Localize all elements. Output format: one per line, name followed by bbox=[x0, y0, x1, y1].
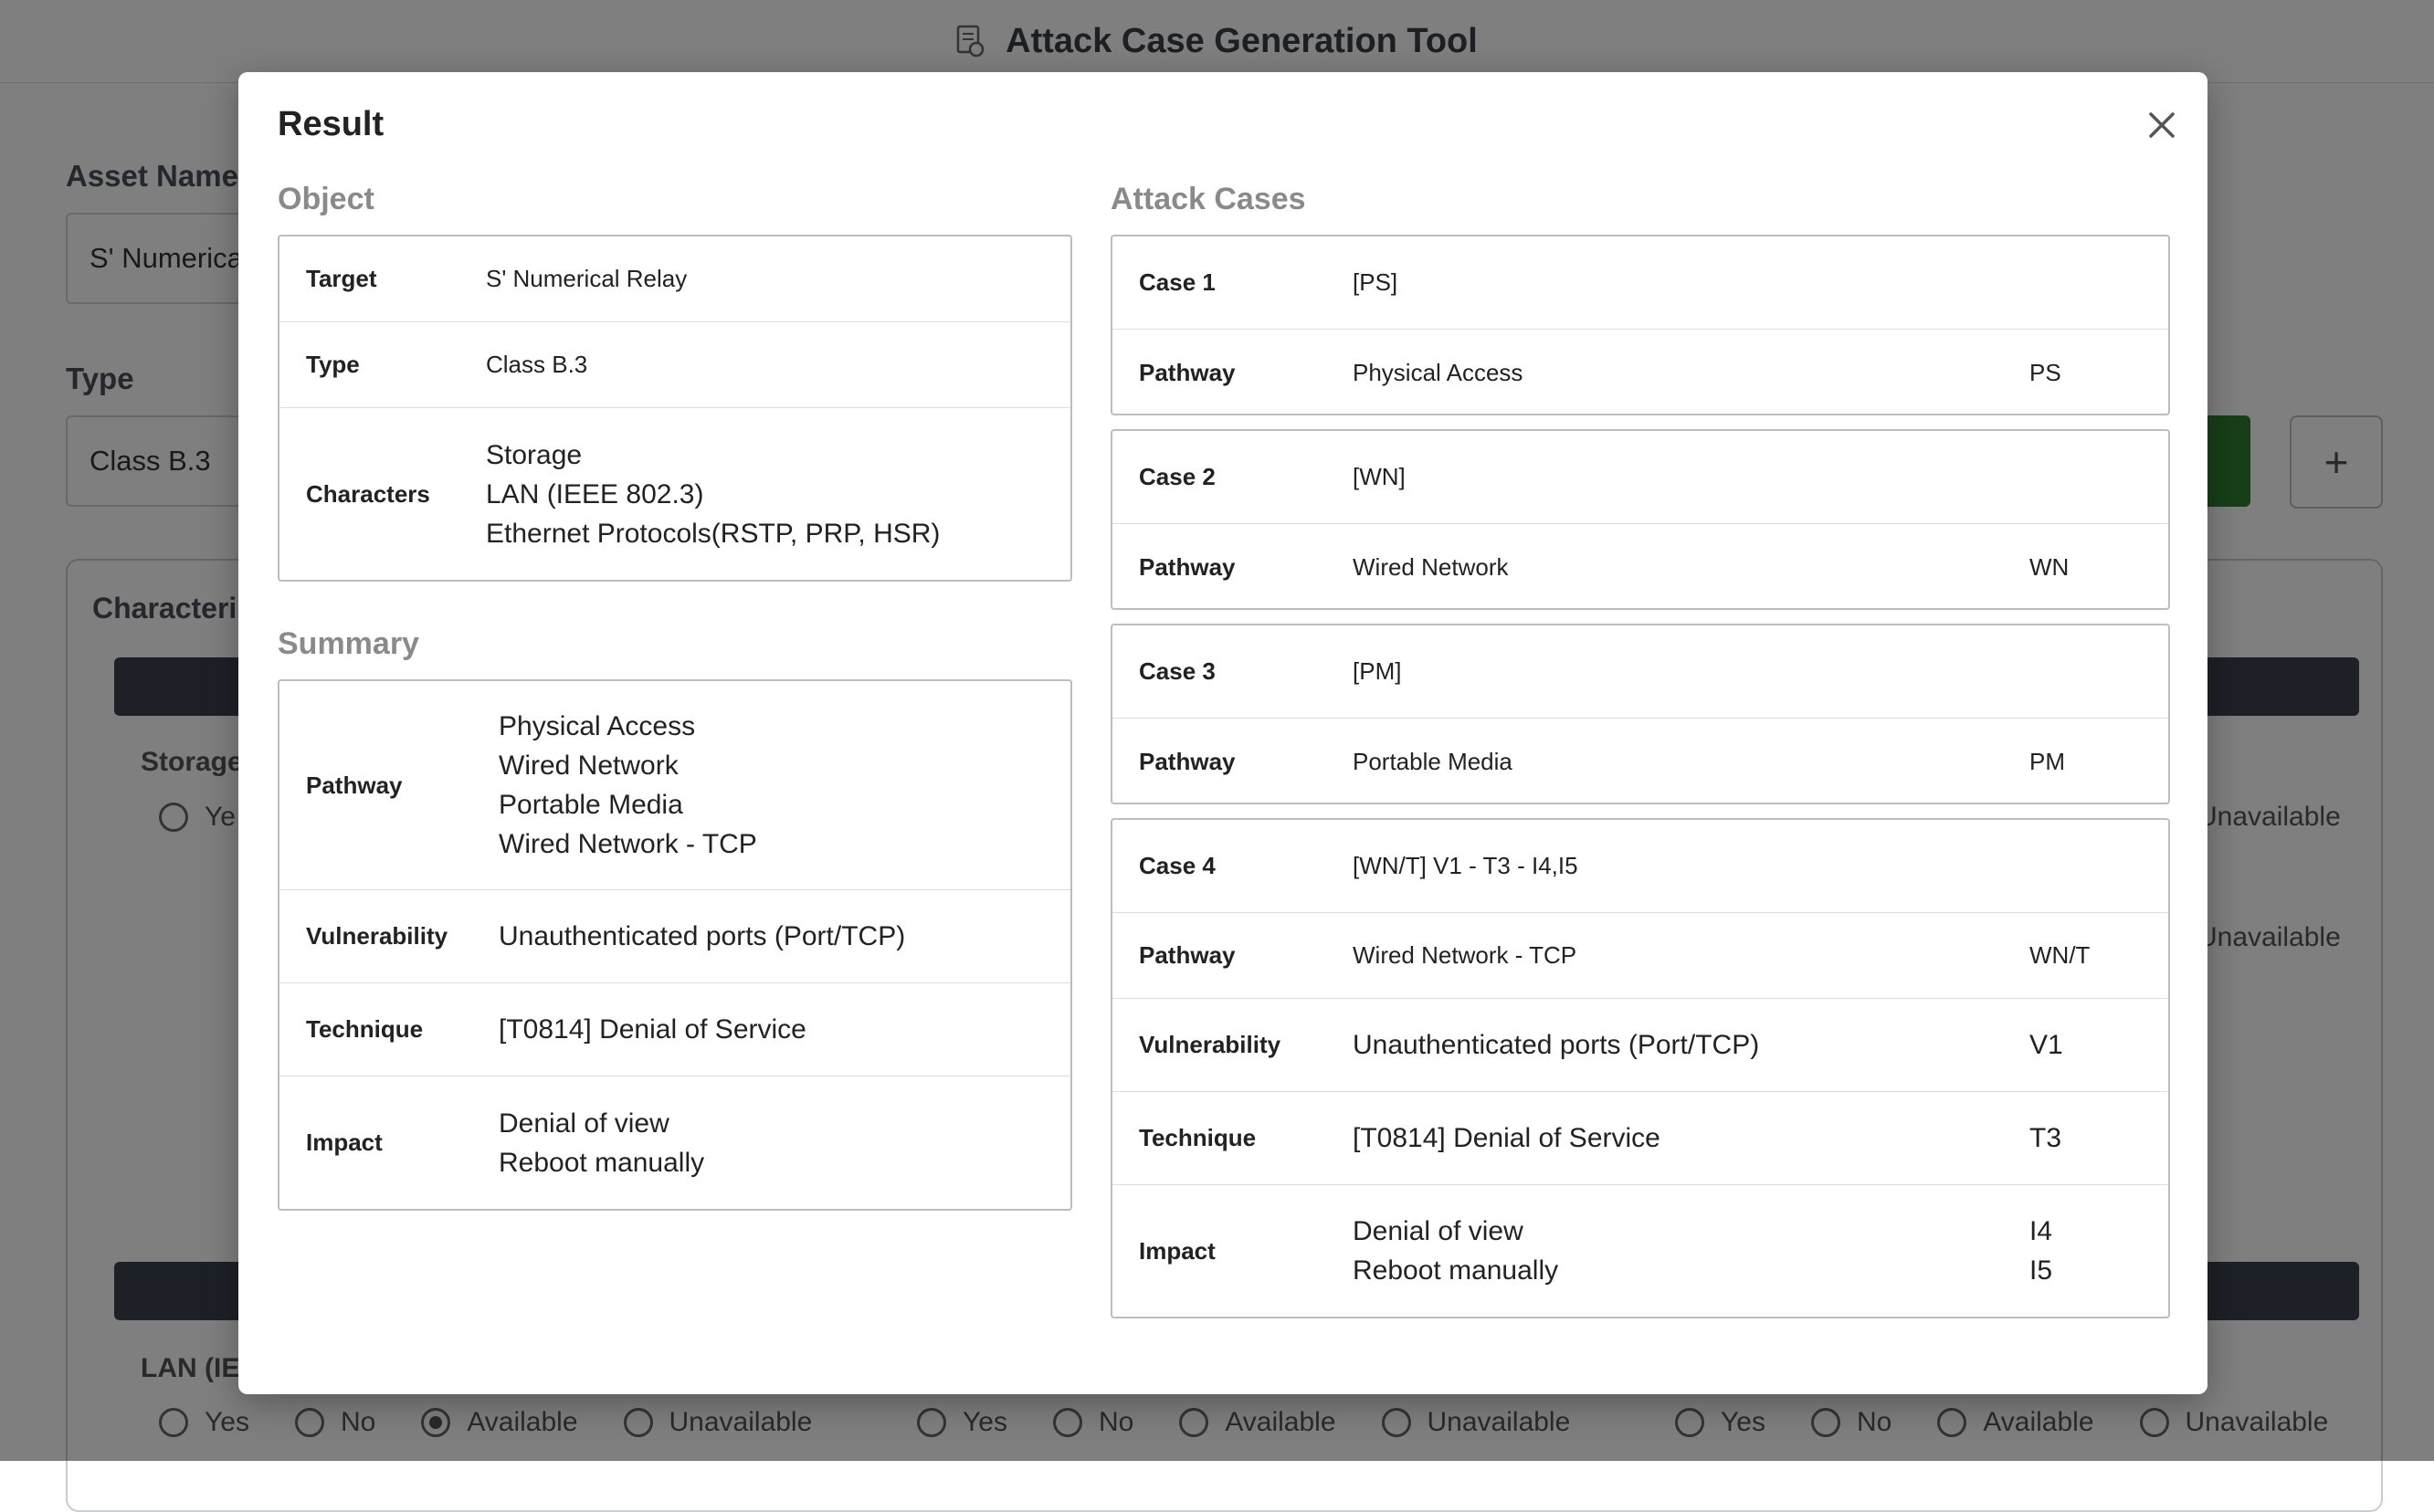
summary-row-impact: Impact Denial of view Reboot manually bbox=[279, 1076, 1070, 1209]
row-code: PS bbox=[2029, 358, 2061, 386]
attack-cases-section-title: Attack Cases bbox=[1111, 182, 1306, 216]
row-code: T3 bbox=[2029, 1123, 2062, 1153]
row-value: S' Numerical Relay bbox=[486, 265, 688, 292]
object-row-characters: Characters Storage LAN (IEEE 802.3) Ethe… bbox=[279, 408, 1070, 580]
list-item: Physical Access bbox=[499, 711, 696, 741]
case-header-row: Case 2 [WN] bbox=[1112, 431, 2168, 524]
case-row-impact: Impact Denial of view Reboot manually I4… bbox=[1112, 1185, 2168, 1317]
row-key: Pathway bbox=[1139, 941, 1236, 969]
case-row-pathway: Pathway Physical Access PS bbox=[1112, 330, 2168, 415]
row-code: WN bbox=[2029, 552, 2070, 581]
case-id: [PM] bbox=[1353, 657, 1402, 685]
attack-case-3: Case 3 [PM] Pathway Portable Media PM bbox=[1111, 624, 2170, 804]
row-value-list: Physical Access Wired Network Portable M… bbox=[499, 707, 757, 864]
case-row-pathway: Pathway Portable Media PM bbox=[1112, 719, 2168, 804]
row-value: [T0814] Denial of Service bbox=[1353, 1123, 1660, 1153]
list-item: Ethernet Protocols(RSTP, PRP, HSR) bbox=[486, 518, 941, 549]
list-item: Denial of view bbox=[499, 1108, 669, 1139]
row-key: Pathway bbox=[1139, 358, 1236, 386]
row-code-list: I4 I5 bbox=[2029, 1212, 2052, 1290]
attack-case-2: Case 2 [WN] Pathway Wired Network WN bbox=[1111, 429, 2170, 610]
list-item: Portable Media bbox=[499, 790, 683, 820]
result-modal: Result Object Target S' Numerical Relay … bbox=[238, 72, 2207, 1394]
case-row-technique: Technique [T0814] Denial of Service T3 bbox=[1112, 1092, 2168, 1185]
list-item: Reboot manually bbox=[499, 1147, 705, 1178]
case-row-pathway: Pathway Wired Network - TCP WN/T bbox=[1112, 913, 2168, 999]
row-value-list: Storage LAN (IEEE 802.3) Ethernet Protoc… bbox=[486, 436, 940, 553]
list-item: Reboot manually bbox=[1353, 1255, 1559, 1286]
row-key: Pathway bbox=[1139, 552, 1236, 581]
row-value: Wired Network - TCP bbox=[1353, 941, 1577, 969]
row-key: Characters bbox=[306, 479, 430, 508]
summary-section-title: Summary bbox=[278, 626, 419, 661]
case-id: [WN/T] V1 - T3 - I4,I5 bbox=[1353, 852, 1578, 879]
list-item: Wired Network - TCP bbox=[499, 829, 757, 859]
row-code: V1 bbox=[2029, 1030, 2063, 1060]
object-row-type: Type Class B.3 bbox=[279, 322, 1070, 408]
code-item: I5 bbox=[2029, 1255, 2053, 1286]
case-row-pathway: Pathway Wired Network WN bbox=[1112, 524, 2168, 610]
object-section-title: Object bbox=[278, 182, 374, 216]
row-value-list: Denial of view Reboot manually bbox=[499, 1104, 704, 1182]
row-value: Wired Network bbox=[1353, 552, 1509, 581]
case-row-vulnerability: Vulnerability Unauthenticated ports (Por… bbox=[1112, 999, 2168, 1092]
row-key: Vulnerability bbox=[1139, 1031, 1281, 1058]
object-row-target: Target S' Numerical Relay bbox=[279, 236, 1070, 322]
row-key: Technique bbox=[1139, 1124, 1257, 1151]
case-header-row: Case 1 [PS] bbox=[1112, 236, 2168, 330]
row-key: Impact bbox=[306, 1129, 383, 1156]
case-id: [PS] bbox=[1353, 268, 1398, 296]
row-value: [T0814] Denial of Service bbox=[499, 1014, 806, 1045]
row-value: Class B.3 bbox=[486, 351, 588, 378]
case-label: Case 1 bbox=[1139, 268, 1216, 296]
list-item: Wired Network bbox=[499, 751, 679, 781]
row-key: Type bbox=[306, 351, 360, 378]
row-code: WN/T bbox=[2029, 941, 2091, 969]
row-value: Physical Access bbox=[1353, 358, 1523, 386]
row-key: Impact bbox=[1139, 1236, 1216, 1265]
summary-row-pathway: Pathway Physical Access Wired Network Po… bbox=[279, 681, 1070, 890]
case-header-row: Case 3 [PM] bbox=[1112, 625, 2168, 719]
case-label: Case 3 bbox=[1139, 657, 1216, 685]
object-table: Target S' Numerical Relay Type Class B.3… bbox=[278, 235, 1072, 582]
list-item: Denial of view bbox=[1353, 1216, 1523, 1246]
row-code: PM bbox=[2029, 747, 2065, 775]
modal-title: Result bbox=[278, 105, 385, 143]
attack-case-4: Case 4 [WN/T] V1 - T3 - I4,I5 Pathway Wi… bbox=[1111, 818, 2170, 1318]
row-key: Pathway bbox=[306, 771, 403, 799]
case-label: Case 4 bbox=[1139, 852, 1216, 879]
row-value: Unauthenticated ports (Port/TCP) bbox=[1353, 1030, 1760, 1060]
row-key: Vulnerability bbox=[306, 922, 448, 950]
list-item: Storage bbox=[486, 439, 583, 470]
case-id: [WN] bbox=[1353, 463, 1406, 490]
row-value: Unauthenticated ports (Port/TCP) bbox=[499, 921, 906, 951]
list-item: LAN (IEEE 802.3) bbox=[486, 478, 704, 509]
summary-row-technique: Technique [T0814] Denial of Service bbox=[279, 983, 1070, 1076]
row-value-list: Denial of view Reboot manually bbox=[1353, 1212, 2029, 1290]
row-value: Portable Media bbox=[1353, 747, 1512, 775]
case-header-row: Case 4 [WN/T] V1 - T3 - I4,I5 bbox=[1112, 820, 2168, 913]
summary-row-vulnerability: Vulnerability Unauthenticated ports (Por… bbox=[279, 890, 1070, 983]
summary-table: Pathway Physical Access Wired Network Po… bbox=[278, 679, 1072, 1211]
case-label: Case 2 bbox=[1139, 463, 1216, 490]
row-key: Technique bbox=[306, 1015, 424, 1043]
row-key: Pathway bbox=[1139, 747, 1236, 775]
code-item: I4 bbox=[2029, 1216, 2053, 1246]
close-icon[interactable] bbox=[2144, 107, 2180, 143]
attack-case-1: Case 1 [PS] Pathway Physical Access PS bbox=[1111, 235, 2170, 415]
row-key: Target bbox=[306, 265, 377, 292]
